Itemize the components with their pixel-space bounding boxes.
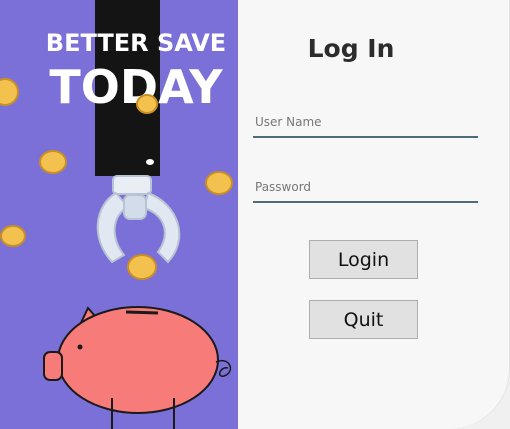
- form-title: Log In: [307, 34, 395, 63]
- coin-icon: [127, 254, 157, 280]
- robot-hand-icon: [96, 175, 181, 264]
- login-button[interactable]: Login: [309, 240, 418, 279]
- login-window: BETTER SAVE TODAY Log In User Name Login…: [0, 0, 510, 429]
- savings-illustration-art: BETTER SAVE TODAY: [0, 0, 233, 429]
- coin-icon: [136, 94, 158, 114]
- login-form: Log In Login Quit: [238, 0, 510, 429]
- username-input[interactable]: [253, 108, 478, 138]
- piggy-bank-icon: [43, 306, 232, 429]
- sleeve-button: [146, 159, 154, 165]
- coin-icon: [0, 78, 19, 106]
- coin-icon: [0, 225, 26, 247]
- banner-line-1: BETTER SAVE: [46, 29, 226, 57]
- savings-illustration: BETTER SAVE TODAY: [0, 0, 238, 429]
- coin-icon: [205, 171, 233, 195]
- quit-button[interactable]: Quit: [309, 300, 418, 339]
- password-input[interactable]: [253, 173, 478, 203]
- coin-icon: [39, 150, 67, 174]
